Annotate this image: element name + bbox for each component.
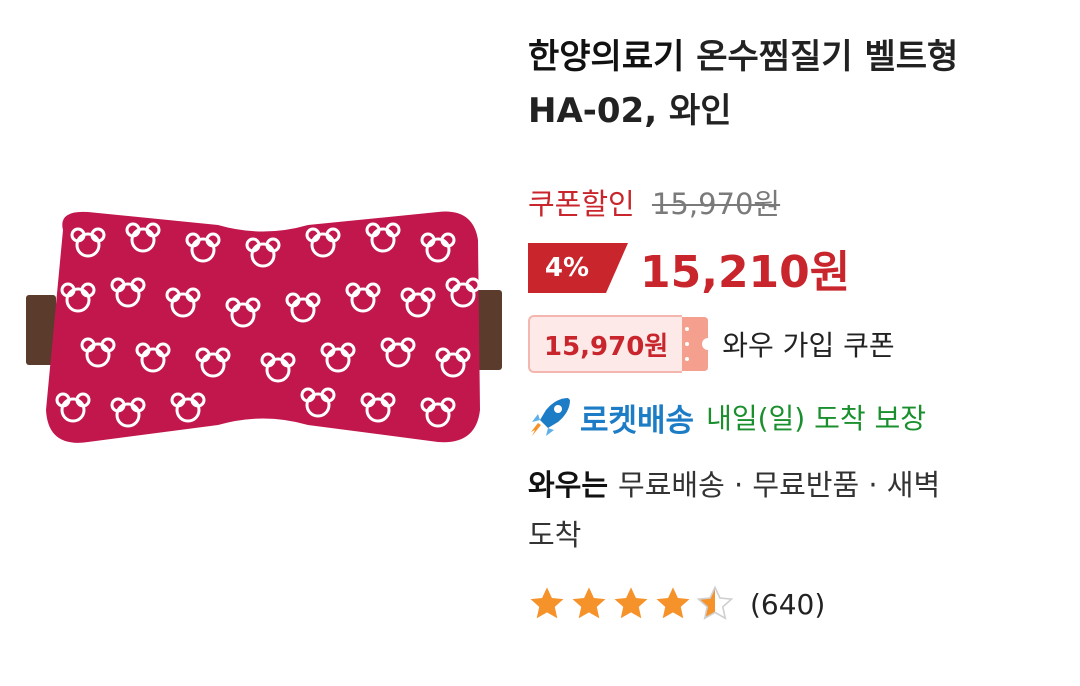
rocket-delivery-label: 로켓배송	[580, 402, 695, 439]
product-title[interactable]: 한양의료기 온수찜질기 벨트형 HA-02, 와인	[528, 30, 1058, 138]
brand-name[interactable]: 한양의료기	[528, 37, 684, 77]
rocket-icon	[531, 398, 570, 436]
product-image[interactable]	[18, 200, 508, 460]
coupon-ticket-tail	[682, 317, 711, 371]
member-coupon-row[interactable]: 15,970원 와우 가입 쿠폰	[528, 314, 1058, 374]
member-coupon-price: 15,970원	[528, 315, 683, 373]
rocket-delivery-row: 로켓배송 내일(일) 도착 보장	[528, 392, 1058, 442]
wow-benefits-line-1: 무료배송 · 무료반품 · 새벽	[618, 468, 941, 502]
member-coupon-label: 와우 가입 쿠폰	[722, 329, 895, 362]
discount-percent: 4%	[544, 253, 590, 283]
coupon-discount-label: 쿠폰할인	[528, 187, 635, 221]
star-full-icon	[530, 587, 564, 619]
strap-right	[476, 290, 502, 370]
star-full-icon	[572, 587, 606, 619]
title-line-1: 온수찜질기 벨트형	[696, 37, 959, 77]
arrival-guarantee: 내일(일) 도착 보장	[706, 402, 927, 435]
sale-price-row: 4% 15,210원	[528, 238, 1058, 298]
coupon-discount-line: 쿠폰할인 15,970원	[528, 184, 1058, 224]
wow-benefits-line-2: 도착	[528, 518, 582, 552]
star-full-icon	[614, 587, 648, 619]
original-price: 15,970원	[651, 187, 781, 221]
member-coupon-ticket[interactable]: 15,970원	[528, 315, 711, 373]
star-full-icon	[656, 587, 690, 619]
wow-benefits: 와우는 무료배송 · 무료반품 · 새벽 도착	[528, 460, 1058, 560]
sale-price: 15,210원	[640, 247, 851, 298]
review-count[interactable]: (640)	[750, 588, 825, 621]
star-half-icon	[696, 585, 734, 620]
product-info: 한양의료기 온수찜질기 벨트형 HA-02, 와인 쿠폰할인 15,970원 4…	[528, 30, 1058, 626]
rating-row[interactable]: (640)	[528, 582, 1058, 626]
title-line-2: HA-02, 와인	[528, 91, 732, 131]
wow-label: 와우는	[528, 468, 609, 502]
discount-badge: 4%	[528, 243, 628, 293]
